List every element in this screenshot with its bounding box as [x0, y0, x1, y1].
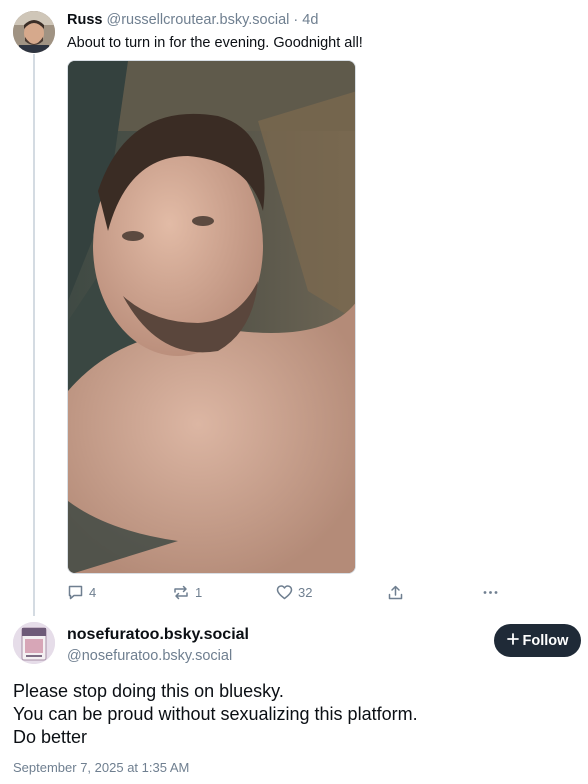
reply-author-avatar[interactable]: [13, 622, 55, 664]
reply-author-handle[interactable]: @nosefuratoo.bsky.social: [67, 648, 232, 664]
reply-count: 4: [89, 585, 97, 600]
parent-post[interactable]: Russ @russellcroutear.bsky.social · 4d A…: [0, 0, 588, 606]
post-image[interactable]: [67, 60, 356, 574]
reply-timestamp[interactable]: September 7, 2025 at 1:35 AM: [13, 760, 189, 775]
like-count: 32: [298, 585, 313, 600]
post-text: About to turn in for the evening. Goodni…: [67, 35, 363, 51]
author-handle[interactable]: @russellcroutear.bsky.social: [107, 12, 290, 28]
share-icon: [387, 584, 404, 601]
author-avatar[interactable]: [13, 11, 55, 53]
reply-line: Please stop doing this on bluesky.: [13, 681, 284, 701]
more-options-button[interactable]: [482, 584, 499, 601]
reply-line: Do better: [13, 727, 88, 747]
repost-icon: [172, 584, 190, 601]
plus-icon: [506, 632, 519, 649]
reply-author-name[interactable]: nosefuratoo.bsky.social: [67, 626, 249, 644]
more-icon: [482, 584, 499, 601]
post-actions: 4 1 32: [67, 584, 507, 604]
like-button[interactable]: 32: [276, 584, 312, 601]
repost-button[interactable]: 1: [172, 584, 202, 601]
reply-line: You can be proud without sexualizing thi…: [13, 704, 418, 724]
repost-count: 1: [195, 585, 203, 600]
separator-dot: ·: [293, 12, 299, 28]
post-header: Russ @russellcroutear.bsky.social · 4d: [67, 11, 318, 29]
reply-icon: [67, 584, 84, 601]
post-age[interactable]: 4d: [302, 12, 318, 28]
follow-label: Follow: [522, 632, 569, 649]
follow-button[interactable]: Follow: [494, 624, 581, 657]
reply-button[interactable]: 4: [67, 584, 96, 601]
share-button[interactable]: [387, 584, 404, 601]
reply-body: Please stop doing this on bluesky. You c…: [13, 680, 418, 749]
author-name[interactable]: Russ: [67, 12, 102, 28]
heart-icon: [276, 584, 293, 601]
